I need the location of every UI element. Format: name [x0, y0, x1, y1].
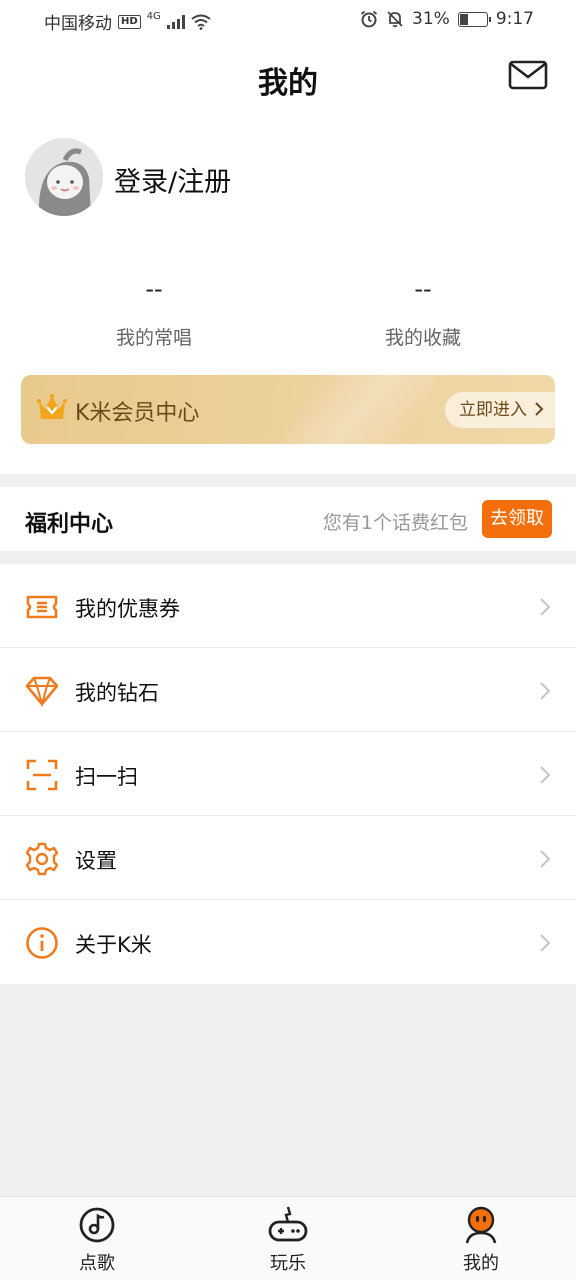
- battery-icon: [457, 11, 491, 27]
- mute-icon: [387, 11, 403, 28]
- chevron-right-icon: [540, 682, 551, 700]
- crown-icon: [37, 394, 67, 419]
- clock-time: 9:17: [495, 9, 534, 29]
- vip-enter-button[interactable]: 立即进入: [445, 392, 555, 428]
- stat-label: 我的收藏: [384, 327, 461, 349]
- nav-tab-play[interactable]: 玩乐: [228, 1205, 348, 1275]
- diamond-icon: [25, 676, 59, 708]
- coupon-icon: [26, 595, 58, 619]
- chevron-right-icon: [535, 402, 544, 416]
- vip-center-card[interactable]: K米会员中心 立即进入: [21, 375, 555, 444]
- stat-value: --: [145, 275, 163, 303]
- chevron-right-icon: [540, 850, 551, 868]
- page-title: 我的: [258, 66, 318, 101]
- stat-value: --: [414, 275, 432, 303]
- welfare-center: 福利中心 您有1个话费红包 去领取: [0, 487, 576, 551]
- profile-icon: [465, 1206, 497, 1244]
- stat-favorites[interactable]: -- 我的收藏: [323, 275, 523, 350]
- gamepad-icon: [268, 1206, 308, 1242]
- chevron-right-icon: [540, 766, 551, 784]
- menu-item-label: 关于K米: [75, 933, 152, 957]
- nav-label: 我的: [463, 1253, 499, 1274]
- menu-list: 我的优惠券 我的钻石 扫一扫 设置 关于K米: [0, 564, 576, 984]
- menu-item-settings[interactable]: 设置: [0, 816, 576, 900]
- nav-label: 玩乐: [270, 1253, 306, 1274]
- signal-icon: [166, 14, 185, 29]
- battery-percent: 31%: [412, 9, 450, 29]
- claim-button[interactable]: 去领取: [482, 500, 552, 538]
- menu-item-label: 我的钻石: [75, 681, 159, 705]
- network-type: 4G: [146, 11, 161, 22]
- menu-item-label: 我的优惠券: [75, 597, 180, 621]
- menu-item-label: 设置: [75, 849, 117, 873]
- avatar[interactable]: [25, 138, 103, 216]
- status-bar: 中国移动 HD 4G 31% 9:17: [0, 0, 576, 40]
- vip-enter-label: 立即进入: [459, 400, 527, 420]
- nav-tab-mine[interactable]: 我的: [421, 1205, 541, 1275]
- avatar-icon: [25, 138, 103, 216]
- welfare-title: 福利中心: [25, 512, 114, 537]
- bottom-nav: 点歌 玩乐 我的: [0, 1196, 576, 1280]
- music-note-icon: [79, 1207, 115, 1243]
- mail-icon[interactable]: [508, 60, 548, 90]
- menu-item-diamonds[interactable]: 我的钻石: [0, 648, 576, 732]
- nav-label: 点歌: [79, 1253, 115, 1274]
- login-register-link[interactable]: 登录/注册: [114, 160, 231, 199]
- hd-badge: HD: [118, 14, 141, 29]
- menu-item-scan[interactable]: 扫一扫: [0, 732, 576, 816]
- nav-tab-songs[interactable]: 点歌: [37, 1205, 157, 1275]
- stat-label: 我的常唱: [115, 327, 192, 349]
- chevron-right-icon: [540, 598, 551, 616]
- menu-item-coupons[interactable]: 我的优惠券: [0, 564, 576, 648]
- scan-icon: [26, 759, 58, 791]
- carrier-label: 中国移动: [44, 14, 112, 34]
- wifi-icon: [191, 14, 211, 30]
- alarm-icon: [360, 10, 378, 28]
- gear-icon: [25, 842, 59, 876]
- info-icon: [26, 927, 58, 959]
- stat-frequent-songs[interactable]: -- 我的常唱: [54, 275, 254, 350]
- menu-item-label: 扫一扫: [75, 765, 138, 789]
- vip-title: K米会员中心: [75, 401, 200, 426]
- chevron-right-icon: [540, 934, 551, 952]
- welfare-tip: 您有1个话费红包: [322, 512, 468, 534]
- menu-item-about[interactable]: 关于K米: [0, 900, 576, 984]
